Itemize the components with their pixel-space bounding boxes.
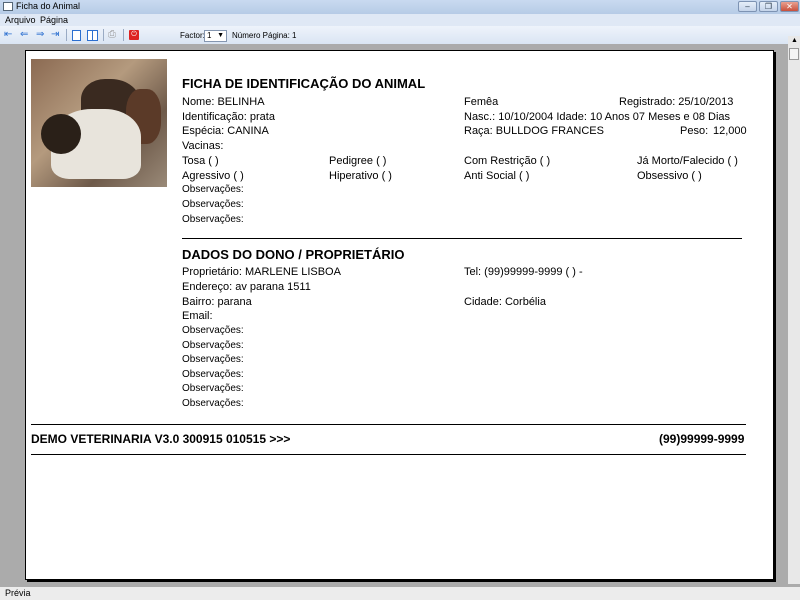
footer-phone: (99)99999-9999	[659, 432, 745, 446]
divider	[31, 454, 746, 455]
page-number: Número Página: 1	[232, 31, 297, 40]
animal-section-heading: FICHA DE IDENTIFICAÇÃO DO ANIMAL	[182, 76, 426, 91]
owner-observation: Observações:	[182, 369, 244, 380]
owner-observation: Observações:	[182, 398, 244, 409]
separator	[66, 29, 67, 41]
flag-tosa: Tosa ( )	[182, 155, 219, 167]
animal-sex: Femêa	[464, 96, 499, 108]
factor-value: 1	[207, 31, 212, 40]
owner-observation: Observações:	[182, 383, 244, 394]
menu-bar: Arquivo Página	[0, 14, 800, 26]
animal-name: Nome: BELINHA	[182, 96, 265, 108]
toolbar: ⇤ ⇐ ⇒ ⇥ ⎙ ⏻ Factor: Número Página: 1	[0, 26, 800, 44]
owner-observation: Observações:	[182, 325, 244, 336]
flag-hiperativo: Hiperativo ( )	[329, 170, 392, 182]
last-page-icon[interactable]: ⇥	[51, 29, 59, 41]
flag-obsessivo: Obsessivo ( )	[637, 170, 702, 182]
flag-antisocial: Anti Social ( )	[464, 170, 530, 182]
animal-observation: Observações:	[182, 214, 244, 225]
owner-observation: Observações:	[182, 340, 244, 351]
close-button[interactable]: ✕	[780, 1, 799, 12]
owner-city: Cidade: Corbélia	[464, 296, 546, 308]
restore-button[interactable]: ❐	[759, 1, 778, 12]
flag-falecido: Já Morto/Falecido ( )	[637, 155, 738, 167]
menu-arquivo[interactable]: Arquivo	[5, 15, 36, 25]
minimize-button[interactable]: –	[738, 1, 757, 12]
owner-email: Email:	[182, 310, 213, 322]
species: Espécia: CANINA	[182, 125, 269, 137]
owner-address: Endereço: av parana 1511	[182, 281, 311, 293]
flag-agressivo: Agressivo ( )	[182, 170, 244, 182]
animal-photo	[31, 59, 167, 187]
identification: Identificação: prata	[182, 111, 275, 123]
flag-pedigree: Pedigree ( )	[329, 155, 387, 167]
footer-company: DEMO VETERINARIA V3.0 300915 010515 >>>	[31, 432, 291, 446]
title-bar: Ficha do Animal – ❐ ✕	[0, 0, 800, 14]
print-icon[interactable]: ⎙	[108, 29, 116, 41]
birth-age: Nasc.: 10/10/2004 Idade: 10 Anos 07 Mese…	[464, 111, 731, 123]
owner-name: Proprietário: MARLENE LISBOA	[182, 266, 341, 278]
status-text: Prévia	[5, 588, 31, 598]
prev-page-icon[interactable]: ⇐	[20, 29, 28, 41]
window-title: Ficha do Animal	[16, 1, 81, 11]
weight-label: Peso:	[680, 125, 709, 137]
status-bar: Prévia	[0, 587, 800, 600]
owner-phone: Tel: (99)99999-9999 ( ) -	[464, 266, 583, 278]
scroll-thumb[interactable]	[789, 48, 799, 60]
flag-restricao: Com Restrição ( )	[464, 155, 551, 167]
chevron-down-icon: ▼	[217, 32, 224, 39]
factor-select[interactable]: 1 ▼	[204, 30, 227, 42]
breed: Raça: BULLDOG FRANCES	[464, 125, 604, 137]
vaccines: Vacinas:	[182, 140, 224, 152]
factor-label: Factor:	[180, 31, 205, 40]
two-pages-icon[interactable]	[87, 30, 98, 41]
owner-district: Bairro: parana	[182, 296, 252, 308]
owner-observation: Observações:	[182, 354, 244, 365]
registered-date: Registrado: 25/10/2013	[619, 96, 734, 108]
owner-section-heading: DADOS DO DONO / PROPRIETÁRIO	[182, 247, 405, 262]
scroll-up-icon[interactable]: ▲	[791, 37, 798, 44]
animal-observation: Observações:	[182, 184, 244, 195]
separator	[123, 29, 124, 41]
divider	[31, 424, 746, 425]
exit-icon[interactable]: ⏻	[129, 30, 139, 40]
divider	[182, 238, 742, 239]
single-page-icon[interactable]	[72, 30, 81, 41]
app-icon	[3, 2, 13, 11]
animal-observation: Observações:	[182, 199, 244, 210]
weight-value: 12,000	[713, 125, 747, 137]
vertical-scrollbar[interactable]: ▲	[788, 36, 800, 584]
next-page-icon[interactable]: ⇒	[36, 29, 44, 41]
separator	[103, 29, 104, 41]
menu-pagina[interactable]: Página	[40, 15, 68, 25]
first-page-icon[interactable]: ⇤	[4, 29, 12, 41]
